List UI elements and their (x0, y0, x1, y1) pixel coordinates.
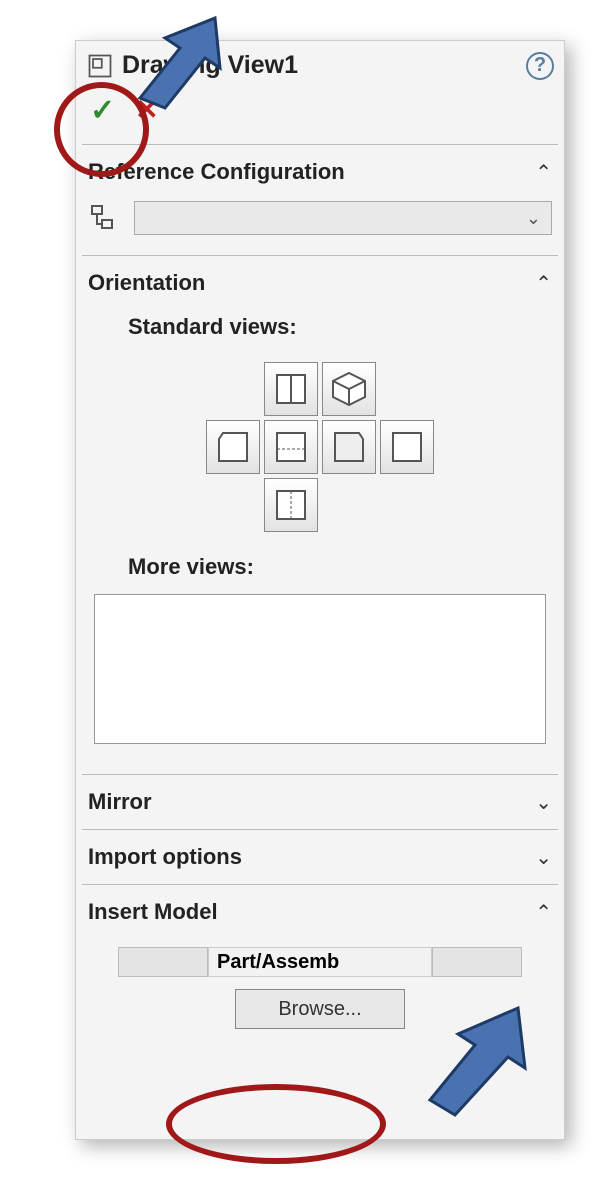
browse-button[interactable]: Browse... (235, 989, 405, 1029)
view-back-button[interactable] (380, 420, 434, 474)
empty-cell (322, 478, 376, 532)
drawing-view-icon (86, 52, 114, 80)
section-orientation[interactable]: Orientation ⌃ (86, 260, 554, 306)
divider (82, 884, 558, 885)
view-top-button[interactable] (264, 362, 318, 416)
ok-button[interactable]: ✓ (90, 96, 115, 126)
panel-header: Drawing View1 ? (86, 47, 554, 86)
section-label: Orientation (88, 270, 205, 296)
property-panel: Drawing View1 ? ✓ ✕ Reference Configurat… (75, 40, 565, 1140)
more-views-label: More views: (88, 550, 552, 590)
standard-views-label: Standard views: (88, 310, 552, 350)
section-label: Import options (88, 844, 242, 870)
section-insert-model[interactable]: Insert Model ⌃ (86, 889, 554, 935)
section-label: Insert Model (88, 899, 218, 925)
view-isometric-button[interactable] (322, 362, 376, 416)
chevron-down-icon: ⌄ (535, 790, 552, 815)
divider (82, 774, 558, 775)
empty-cell (380, 478, 434, 532)
part-right-box (432, 947, 522, 977)
reference-config-body: ⌄ (86, 195, 554, 251)
chevron-up-icon: ⌃ (535, 160, 552, 185)
view-front-button[interactable] (264, 420, 318, 474)
part-assembly-header: Part/Assemb (208, 947, 432, 977)
insert-model-body: Part/Assemb Browse... (86, 935, 554, 1039)
view-bottom-button[interactable] (264, 478, 318, 532)
empty-cell (380, 362, 434, 416)
section-mirror[interactable]: Mirror ⌄ (86, 779, 554, 825)
chevron-up-icon: ⌃ (535, 900, 552, 925)
section-label: Reference Configuration (88, 159, 345, 185)
section-label: Mirror (88, 789, 152, 815)
divider (82, 255, 558, 256)
section-reference-configuration[interactable]: Reference Configuration ⌃ (86, 149, 554, 195)
chevron-up-icon: ⌃ (535, 271, 552, 296)
part-left-box (118, 947, 208, 977)
part-assembly-row: Part/Assemb (118, 947, 522, 977)
empty-cell (206, 362, 260, 416)
divider (82, 829, 558, 830)
view-left-button[interactable] (206, 420, 260, 474)
config-dropdown[interactable]: ⌄ (134, 201, 552, 235)
section-import-options[interactable]: Import options ⌄ (86, 834, 554, 880)
orientation-body: Standard views: More views: (86, 306, 554, 770)
chevron-down-icon: ⌄ (526, 208, 541, 229)
standard-views-grid (88, 362, 552, 532)
more-views-listbox[interactable] (94, 594, 546, 744)
config-tree-icon (88, 202, 120, 234)
view-right-button[interactable] (322, 420, 376, 474)
panel-title: Drawing View1 (122, 51, 518, 80)
chevron-down-icon: ⌄ (535, 845, 552, 870)
empty-cell (206, 478, 260, 532)
divider (82, 144, 558, 145)
cancel-button[interactable]: ✕ (135, 96, 158, 126)
action-row: ✓ ✕ (86, 86, 554, 140)
help-icon[interactable]: ? (526, 52, 554, 80)
